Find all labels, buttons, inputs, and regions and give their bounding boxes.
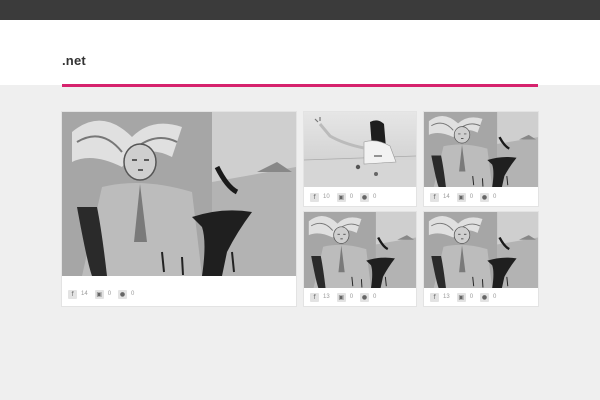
card-stats: f 14 ▣ 0 ● 0 [68,288,137,300]
artwork-thumbnail[interactable] [304,212,416,288]
facebook-icon[interactable]: f [430,292,439,302]
card-stats: f 13 ▣ 0 ● 0 [310,291,379,303]
comment-icon[interactable]: ● [480,292,490,302]
facebook-icon[interactable]: f [430,192,439,202]
view-count: 0 [107,291,112,297]
comment-icon[interactable]: ● [480,192,490,202]
comment-count: 0 [493,294,497,300]
gallery-card[interactable]: f 13 ▣ 0 ● 0 [304,212,416,306]
gallery-card[interactable]: f 14 ▣ 0 ● 0 [424,112,538,206]
view-count: 0 [349,194,354,200]
site-header: .net [0,20,600,85]
gallery-card[interactable]: f 10 ▣ 0 ● 0 [304,112,416,206]
view-count: 0 [469,194,474,200]
share-count: 13 [443,294,450,300]
artwork-thumbnail[interactable] [424,112,538,187]
site-logo[interactable]: .net [62,53,86,68]
views-icon: ▣ [94,289,104,299]
view-count: 0 [469,294,474,300]
share-count: 14 [443,194,450,200]
comment-count: 0 [373,294,377,300]
facebook-icon[interactable]: f [68,289,77,299]
comment-count: 0 [493,194,497,200]
gallery-card[interactable]: f 14 ▣ 0 ● 0 [62,112,296,306]
share-count: 13 [323,294,330,300]
accent-divider [62,84,538,87]
artwork-thumbnail[interactable] [424,212,538,288]
artwork-thumbnail[interactable] [304,112,416,187]
artwork-thumbnail[interactable] [62,112,296,276]
card-stats: f 10 ▣ 0 ● 0 [310,191,379,203]
gallery-card[interactable]: f 13 ▣ 0 ● 0 [424,212,538,306]
facebook-icon[interactable]: f [310,192,319,202]
top-bar [0,0,600,20]
share-count: 14 [81,291,88,297]
facebook-icon[interactable]: f [310,292,319,302]
views-icon: ▣ [336,192,346,202]
card-stats: f 13 ▣ 0 ● 0 [430,291,499,303]
comment-icon[interactable]: ● [118,289,128,299]
views-icon: ▣ [336,292,346,302]
views-icon: ▣ [456,192,466,202]
share-count: 10 [323,194,330,200]
comment-icon[interactable]: ● [360,292,370,302]
comment-icon[interactable]: ● [360,192,370,202]
comment-count: 0 [373,194,377,200]
views-icon: ▣ [456,292,466,302]
view-count: 0 [349,294,354,300]
comment-count: 0 [131,291,135,297]
card-stats: f 14 ▣ 0 ● 0 [430,191,499,203]
